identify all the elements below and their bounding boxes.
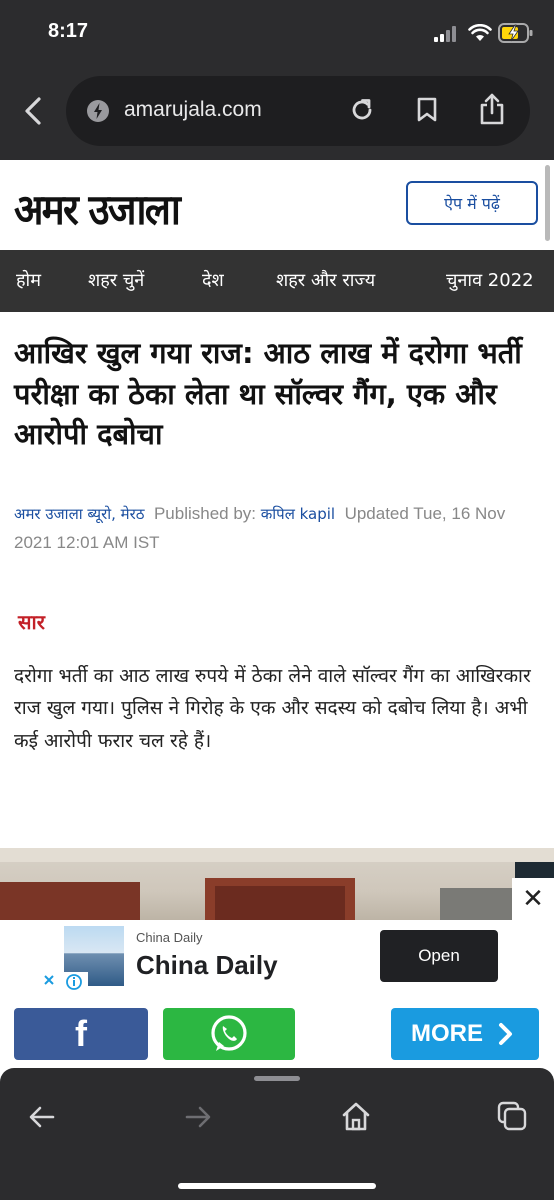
nav-item-election[interactable]: चुनाव 2022 xyxy=(446,268,534,292)
nav-item-home[interactable]: होम xyxy=(16,268,41,292)
reload-icon[interactable] xyxy=(348,96,376,124)
home-indicator[interactable] xyxy=(178,1183,376,1189)
adchoices-icon[interactable] xyxy=(42,972,88,992)
home-icon[interactable] xyxy=(340,1100,372,1132)
more-share-button[interactable]: MORE xyxy=(391,1008,539,1060)
nav-item-country[interactable]: देश xyxy=(202,268,224,292)
bureau-link[interactable]: अमर उजाला ब्यूरो, मेरठ xyxy=(14,505,145,523)
article-photo xyxy=(0,848,554,920)
ad-open-button[interactable]: Open xyxy=(380,930,498,982)
status-time: 8:17 xyxy=(48,20,89,42)
toolbar-grabber[interactable] xyxy=(254,1076,300,1081)
summary-label: सार xyxy=(18,610,45,634)
more-label: MORE xyxy=(411,1020,483,1047)
whatsapp-share-button[interactable] xyxy=(163,1008,295,1060)
updated-label: Updated xyxy=(344,504,409,523)
signal-icon xyxy=(434,26,456,42)
site-security-icon[interactable] xyxy=(86,99,110,123)
nav-item-select-city[interactable]: शहर चुनें xyxy=(88,268,144,292)
ad-advertiser-small: China Daily xyxy=(136,930,203,945)
whatsapp-icon xyxy=(211,1015,247,1051)
article-summary: दरोगा भर्ती का आठ लाख रुपये में ठेका लेन… xyxy=(14,665,531,752)
ad-close-button[interactable]: ✕ xyxy=(512,878,554,920)
url-text[interactable]: amarujala.com xyxy=(124,98,262,122)
forward-arrow-icon[interactable] xyxy=(184,1104,212,1130)
facebook-icon: f xyxy=(75,1013,87,1054)
scrollbar[interactable] xyxy=(545,165,550,241)
read-in-app-button[interactable]: ऐप में पढ़ें xyxy=(406,181,538,225)
chevron-right-icon xyxy=(499,1023,512,1045)
back-arrow-icon[interactable] xyxy=(28,1104,56,1130)
bottom-toolbar xyxy=(0,1068,554,1200)
site-logo[interactable]: अमर उजाला xyxy=(14,180,181,237)
bookmark-icon[interactable] xyxy=(414,96,440,124)
back-chevron-icon[interactable] xyxy=(22,96,44,126)
nav-item-city-state[interactable]: शहर और राज्य xyxy=(276,268,375,292)
facebook-share-button[interactable]: f xyxy=(14,1008,148,1060)
wifi-icon xyxy=(468,24,492,41)
photo-graphic xyxy=(0,848,554,920)
ad-advertiser-title[interactable]: China Daily xyxy=(136,950,278,981)
battery-charging-icon xyxy=(498,23,533,43)
article-byline: अमर उजाला ब्यूरो, मेरठ Published by: कपि… xyxy=(14,500,544,558)
author-link[interactable]: कपिल kapil xyxy=(261,505,335,523)
article-headline: आखिर खुल गया राज: आठ लाख में दरोगा भर्ती… xyxy=(14,336,522,452)
published-label: Published by: xyxy=(153,504,257,523)
share-icon[interactable] xyxy=(478,92,506,126)
tabs-icon[interactable] xyxy=(496,1100,528,1132)
